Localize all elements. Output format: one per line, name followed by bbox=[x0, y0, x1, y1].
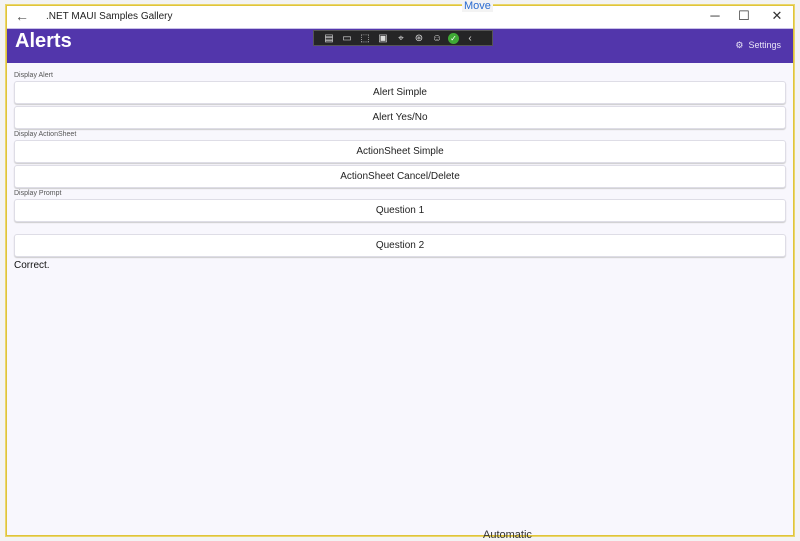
page-title: Alerts bbox=[15, 30, 72, 53]
minimize-button[interactable]: ─ bbox=[700, 8, 730, 23]
track-focus-icon[interactable]: ⌖ bbox=[394, 33, 408, 44]
hot-reload-icon[interactable]: ⊛ bbox=[412, 33, 426, 44]
section-label-prompt: Display Prompt bbox=[14, 190, 786, 197]
camera-icon[interactable]: ▭ bbox=[340, 33, 354, 44]
gear-icon: ⚙ bbox=[735, 40, 743, 50]
settings-label: Settings bbox=[748, 40, 781, 50]
back-arrow-icon[interactable]: ← bbox=[15, 8, 29, 24]
debug-toolbar: ▤ ▭ ⬚ ▣ ⌖ ⊛ ☺ ✓ ‹ bbox=[313, 30, 493, 46]
result-text: Correct. bbox=[14, 260, 786, 271]
page-header: Alerts ▤ ▭ ⬚ ▣ ⌖ ⊛ ☺ ✓ ‹ ⚙ Settings bbox=[7, 29, 793, 63]
section-label-actionsheet: Display ActionSheet bbox=[14, 131, 786, 138]
page-content: Display Alert Alert Simple Alert Yes/No … bbox=[7, 63, 793, 275]
alert-simple-button[interactable]: Alert Simple bbox=[14, 81, 786, 104]
background-automatic-text: Automatic bbox=[483, 529, 532, 541]
maximize-button[interactable]: ☐ bbox=[729, 8, 759, 24]
live-visual-tree-icon[interactable]: ▤ bbox=[322, 33, 336, 44]
app-window: ← .NET MAUI Samples Gallery ─ ☐ ✕ Alerts… bbox=[6, 5, 794, 536]
actionsheet-cancel-delete-button[interactable]: ActionSheet Cancel/Delete bbox=[14, 165, 786, 188]
accessibility-icon[interactable]: ☺ bbox=[430, 33, 444, 44]
settings-button[interactable]: ⚙ Settings bbox=[735, 40, 781, 51]
title-bar: ← .NET MAUI Samples Gallery ─ ☐ ✕ bbox=[7, 6, 793, 29]
collapse-chevron-icon[interactable]: ‹ bbox=[463, 33, 477, 44]
window-title: .NET MAUI Samples Gallery bbox=[46, 11, 173, 22]
select-element-icon[interactable]: ⬚ bbox=[358, 33, 372, 44]
question-2-button[interactable]: Question 2 bbox=[14, 234, 786, 257]
alert-yes-no-button[interactable]: Alert Yes/No bbox=[14, 106, 786, 129]
background-move-text: Move bbox=[462, 0, 493, 12]
display-layout-adorners-icon[interactable]: ▣ bbox=[376, 33, 390, 44]
section-label-alert: Display Alert bbox=[14, 72, 786, 79]
close-button[interactable]: ✕ bbox=[762, 8, 792, 24]
check-status-icon[interactable]: ✓ bbox=[448, 33, 459, 44]
actionsheet-simple-button[interactable]: ActionSheet Simple bbox=[14, 140, 786, 163]
question-1-button[interactable]: Question 1 bbox=[14, 199, 786, 222]
